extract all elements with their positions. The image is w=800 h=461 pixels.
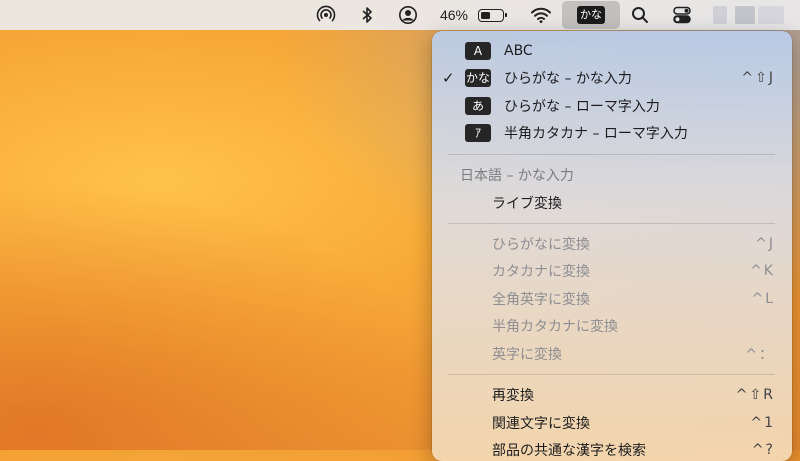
menu-item-label: 半角カタカナに変換 [492, 318, 618, 335]
menu-item-shortcut: ^1 [750, 414, 775, 431]
bluetooth-icon[interactable] [357, 0, 377, 30]
menu-item-label: 英字に変換 [492, 346, 562, 363]
menu-item-label: カタカナに変換 [492, 263, 590, 280]
input-source-badge: A [465, 41, 491, 60]
section-header-label: 日本語 – かな入力 [460, 167, 574, 184]
input-source-badge: あ [465, 96, 491, 115]
menu-item-label: ABC [504, 42, 533, 59]
menu-item-shortcut: ^⇧J [741, 69, 775, 86]
blurred-clock [735, 6, 755, 24]
wifi-icon[interactable] [528, 0, 554, 30]
menu-item-radical-search[interactable]: 部品の共通な漢字を検索 ^? [432, 436, 792, 461]
menu-item-convert-fullwidth-roman: 全角英字に変換 ^L [432, 285, 792, 312]
menu-item-label: 再変換 [492, 387, 534, 404]
menu-item-convert-roman: 英字に変換 ^： [432, 340, 792, 367]
menu-item-hiragana-kana[interactable]: ✓ かな ひらがな – かな入力 ^⇧J [432, 64, 792, 91]
menu-item-label: ひらがなに変換 [492, 236, 590, 253]
menu-item-abc[interactable]: A ABC [432, 37, 792, 64]
input-method-menu: A ABC ✓ かな ひらがな – かな入力 ^⇧J あ ひらがな – ローマ字… [432, 31, 792, 461]
input-method-badge: かな [577, 6, 605, 24]
menu-item-reconvert[interactable]: 再変換 ^⇧R [432, 381, 792, 408]
search-icon[interactable] [628, 0, 652, 30]
input-source-badge: ｱ [465, 123, 491, 142]
menu-item-label: 全角英字に変換 [492, 291, 590, 308]
menu-separator [448, 374, 775, 375]
blurred-clock [713, 6, 727, 24]
menu-item-live-conversion[interactable]: ライブ変換 [432, 189, 792, 216]
menu-item-label: ひらがな – かな入力 [504, 70, 632, 87]
checkmark-icon: ✓ [442, 68, 455, 87]
menu-item-hankaku-katakana[interactable]: ｱ 半角カタカナ – ローマ字入力 [432, 119, 792, 146]
menu-item-convert-halfwidth-katakana: 半角カタカナに変換 [432, 312, 792, 339]
section-header: 日本語 – かな入力 [432, 161, 792, 188]
menu-item-convert-hiragana: ひらがなに変換 ^J [432, 230, 792, 257]
menu-separator [448, 223, 775, 224]
menu-item-label: ライブ変換 [492, 195, 562, 212]
menu-item-hiragana-romaji[interactable]: あ ひらがな – ローマ字入力 [432, 92, 792, 119]
blurred-clock [758, 6, 784, 24]
menu-item-label: ひらがな – ローマ字入力 [504, 98, 660, 115]
menu-separator [448, 154, 775, 155]
input-source-badge: かな [465, 68, 491, 87]
menu-item-shortcut: ^J [755, 235, 775, 252]
menu-item-shortcut: ^⇧R [735, 386, 775, 403]
user-icon[interactable] [396, 0, 420, 30]
input-method-icon[interactable]: かな [562, 0, 620, 30]
battery-percent: 46% [439, 7, 469, 23]
menu-item-label: 関連文字に変換 [492, 415, 590, 432]
menu-item-shortcut: ^： [745, 346, 775, 363]
control-center-icon[interactable] [670, 0, 694, 30]
airdrop-icon[interactable] [314, 0, 338, 30]
menu-item-label: 半角カタカナ – ローマ字入力 [504, 125, 688, 142]
menu-item-convert-katakana: カタカナに変換 ^K [432, 257, 792, 284]
battery-icon[interactable] [474, 0, 508, 30]
menu-item-shortcut: ^L [751, 290, 775, 307]
menu-item-shortcut: ^K [750, 262, 775, 279]
menu-bar: 46% かな [0, 0, 800, 30]
menu-item-related-characters[interactable]: 関連文字に変換 ^1 [432, 409, 792, 436]
